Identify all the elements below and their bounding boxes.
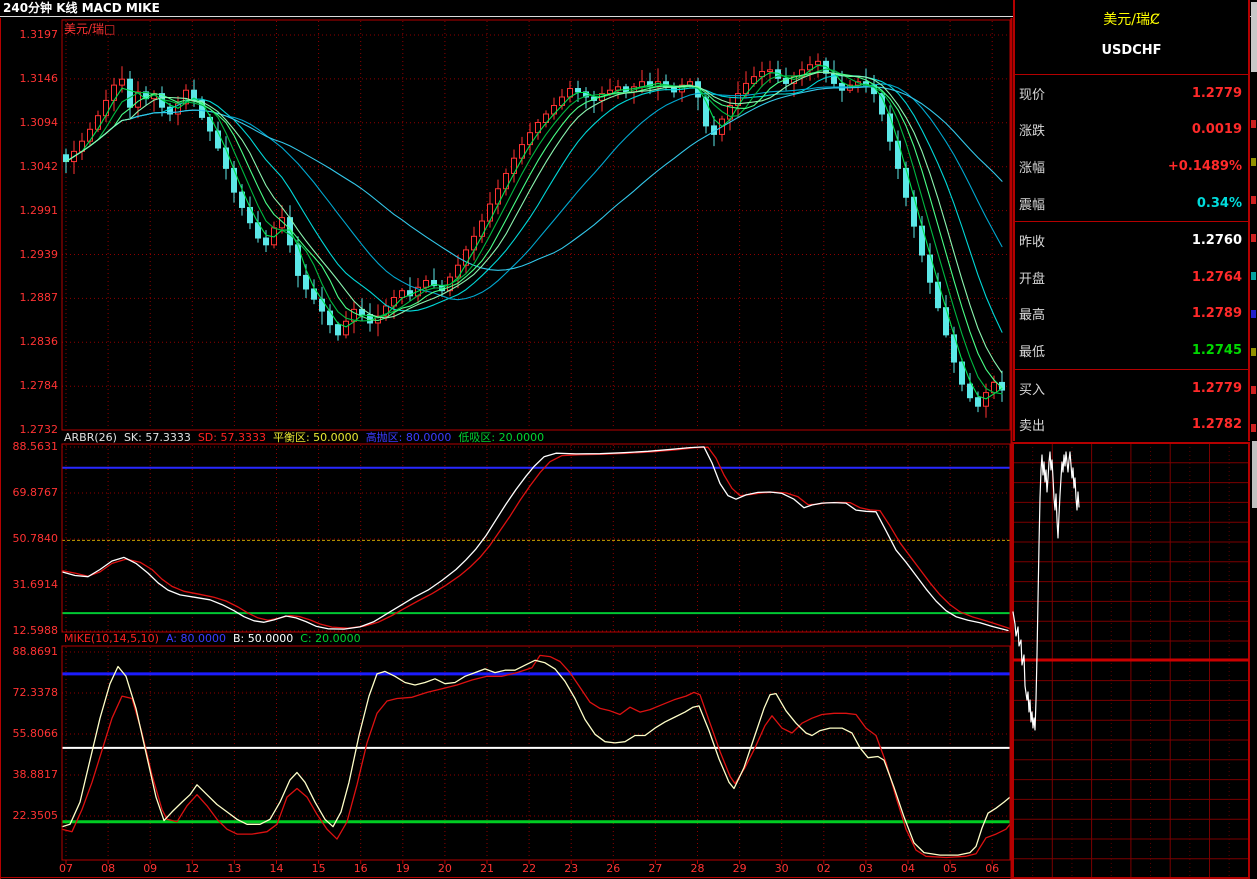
quote-row-high[interactable]: 最高1.2789 <box>1015 296 1248 333</box>
date-axis-label: 23 <box>558 863 584 875</box>
date-axis-label: 14 <box>264 863 290 875</box>
price-axis-label: 1.2939 <box>6 249 58 261</box>
date-axis-label: 30 <box>769 863 795 875</box>
quote-row-amplitude[interactable]: 震幅0.34% <box>1015 185 1248 222</box>
quote-row-ask[interactable]: 卖出1.2782 <box>1015 406 1248 443</box>
quote-row-last[interactable]: 现价1.2779 <box>1015 75 1248 112</box>
quote-title-en: USDCHF <box>1015 43 1248 61</box>
mike-b-value: B: 50.0000 <box>233 632 293 645</box>
arbr-sd-value: SD: 57.3333 <box>198 431 266 444</box>
date-axis-label: 15 <box>306 863 332 875</box>
quote-group-ohlc: 昨收1.2760 开盘1.2764 最高1.2789 最低1.2745 <box>1015 221 1248 368</box>
date-axis-label: 06 <box>979 863 1005 875</box>
mike-axis-label: 22.3505 <box>6 810 58 822</box>
price-axis-label: 1.2991 <box>6 205 58 217</box>
date-axis-label: 05 <box>937 863 963 875</box>
mike-axis-label: 55.8066 <box>6 728 58 740</box>
date-axis-label: 19 <box>390 863 416 875</box>
price-axis-label: 1.2836 <box>6 336 58 348</box>
arbr-buy-zone: 低吸区: 20.0000 <box>458 431 544 444</box>
price-axis-label: 1.2887 <box>6 292 58 304</box>
mike-c-value: C: 20.0000 <box>300 632 360 645</box>
date-axis-label: 08 <box>95 863 121 875</box>
quote-row-change[interactable]: 涨跌0.0019 <box>1015 112 1248 149</box>
quote-row-open[interactable]: 开盘1.2764 <box>1015 259 1248 296</box>
date-axis-label: 02 <box>811 863 837 875</box>
mike-chart-area[interactable] <box>62 646 1010 860</box>
date-axis-label: 09 <box>137 863 163 875</box>
main-chart-area[interactable] <box>62 20 1010 430</box>
quote-group-change: 现价1.2779 涨跌0.0019 涨幅+0.1489% 震幅0.34% <box>1015 74 1248 221</box>
arbr-axis-label: 88.5631 <box>6 441 58 453</box>
quote-row-change-pct[interactable]: 涨幅+0.1489% <box>1015 148 1248 185</box>
arbr-sell-zone: 高抛区: 80.0000 <box>366 431 452 444</box>
arbr-chart-area[interactable] <box>62 444 1010 632</box>
arbr-axis-label: 69.8767 <box>6 487 58 499</box>
mike-axis-label: 38.8817 <box>6 769 58 781</box>
date-axis-label: 27 <box>642 863 668 875</box>
date-axis-label: 26 <box>600 863 626 875</box>
mike-axis-label: 72.3378 <box>6 687 58 699</box>
date-axis-label: 20 <box>432 863 458 875</box>
quote-title-cn: 美元/瑞Ȼ <box>1015 9 1248 29</box>
quote-row-prev-close[interactable]: 昨收1.2760 <box>1015 222 1248 259</box>
date-axis-label: 28 <box>685 863 711 875</box>
price-axis-label: 1.2784 <box>6 380 58 392</box>
mike-header: MIKE(10,14,5,10) A: 80.0000 B: 50.0000 C: 2… <box>64 632 368 645</box>
price-axis-label: 1.3094 <box>6 117 58 129</box>
mike-axis-label: 88.8691 <box>6 646 58 658</box>
date-axis-label: 13 <box>221 863 247 875</box>
price-axis-label: 1.3042 <box>6 161 58 173</box>
date-axis-label: 21 <box>474 863 500 875</box>
mini-tick-chart-area[interactable] <box>1013 443 1249 878</box>
date-axis-label: 12 <box>179 863 205 875</box>
arbr-balance: 平衡区: 50.0000 <box>273 431 359 444</box>
arbr-axis-label: 12.5988 <box>6 625 58 637</box>
arbr-name: ARBR(26) <box>64 431 117 444</box>
price-axis-label: 1.2732 <box>6 424 58 436</box>
date-axis-label: 22 <box>516 863 542 875</box>
date-axis-label: 29 <box>727 863 753 875</box>
quote-panel: 美元/瑞Ȼ USDCHF 现价1.2779 涨跌0.0019 涨幅+0.1489… <box>1013 0 1250 441</box>
scrollbar-track[interactable] <box>1252 441 1257 508</box>
date-axis-label: 16 <box>348 863 374 875</box>
price-axis-label: 1.3197 <box>6 29 58 41</box>
mike-a-value: A: 80.0000 <box>166 632 226 645</box>
arbr-axis-label: 50.7840 <box>6 533 58 545</box>
price-axis-label: 1.3146 <box>6 73 58 85</box>
quote-row-low[interactable]: 最低1.2745 <box>1015 332 1248 369</box>
date-axis-label: 03 <box>853 863 879 875</box>
date-axis-label: 04 <box>895 863 921 875</box>
date-axis-label: 07 <box>53 863 79 875</box>
arbr-axis-label: 31.6914 <box>6 579 58 591</box>
arbr-header: ARBR(26) SK: 57.3333 SD: 57.3333 平衡区: 50.00… <box>64 431 551 444</box>
arbr-sk-value: SK: 57.3333 <box>124 431 191 444</box>
quote-group-bid-ask: 买入1.2779 卖出1.2782 <box>1015 369 1248 443</box>
scrollbar-thumb[interactable] <box>1251 2 1257 72</box>
quote-row-bid[interactable]: 买入1.2779 <box>1015 370 1248 407</box>
mike-name: MIKE(10,14,5,10) <box>64 632 159 645</box>
